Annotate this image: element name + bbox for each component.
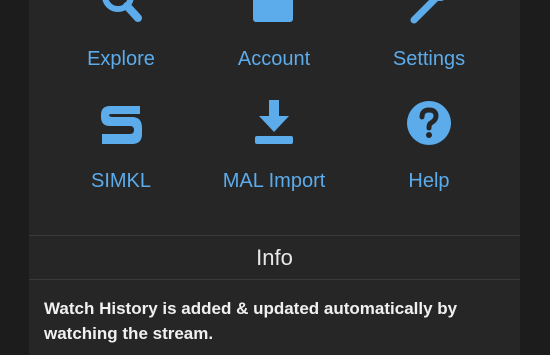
menu-item-help[interactable]: Help bbox=[359, 98, 499, 198]
account-icon bbox=[204, 0, 344, 26]
menu-item-explore[interactable]: Explore bbox=[51, 0, 191, 80]
menu-item-label: Account bbox=[237, 48, 311, 70]
simkl-logo-icon bbox=[51, 98, 191, 148]
menu-item-label: Help bbox=[408, 170, 450, 192]
search-icon bbox=[51, 0, 191, 26]
help-icon bbox=[359, 98, 499, 148]
menu-item-label: MAL Import bbox=[222, 170, 326, 192]
menu-item-simkl[interactable]: SIMKL bbox=[51, 98, 191, 198]
info-header: Info bbox=[29, 235, 520, 280]
menu-item-label: Settings bbox=[392, 48, 466, 70]
menu-item-settings[interactable]: Settings bbox=[359, 0, 499, 80]
menu-item-label: SIMKL bbox=[90, 170, 152, 192]
download-icon bbox=[204, 98, 344, 148]
menu-item-account[interactable]: Account bbox=[204, 0, 344, 80]
menu-item-label: Explore bbox=[87, 48, 155, 70]
menu-grid: Explore Account Settings SIMKL MAL Impor… bbox=[29, 0, 520, 235]
info-text: Watch History is added & updated automat… bbox=[44, 299, 458, 343]
menu-panel: Explore Account Settings SIMKL MAL Impor… bbox=[29, 0, 520, 355]
menu-item-mal-import[interactable]: MAL Import bbox=[204, 98, 344, 198]
wrench-icon bbox=[359, 0, 499, 26]
